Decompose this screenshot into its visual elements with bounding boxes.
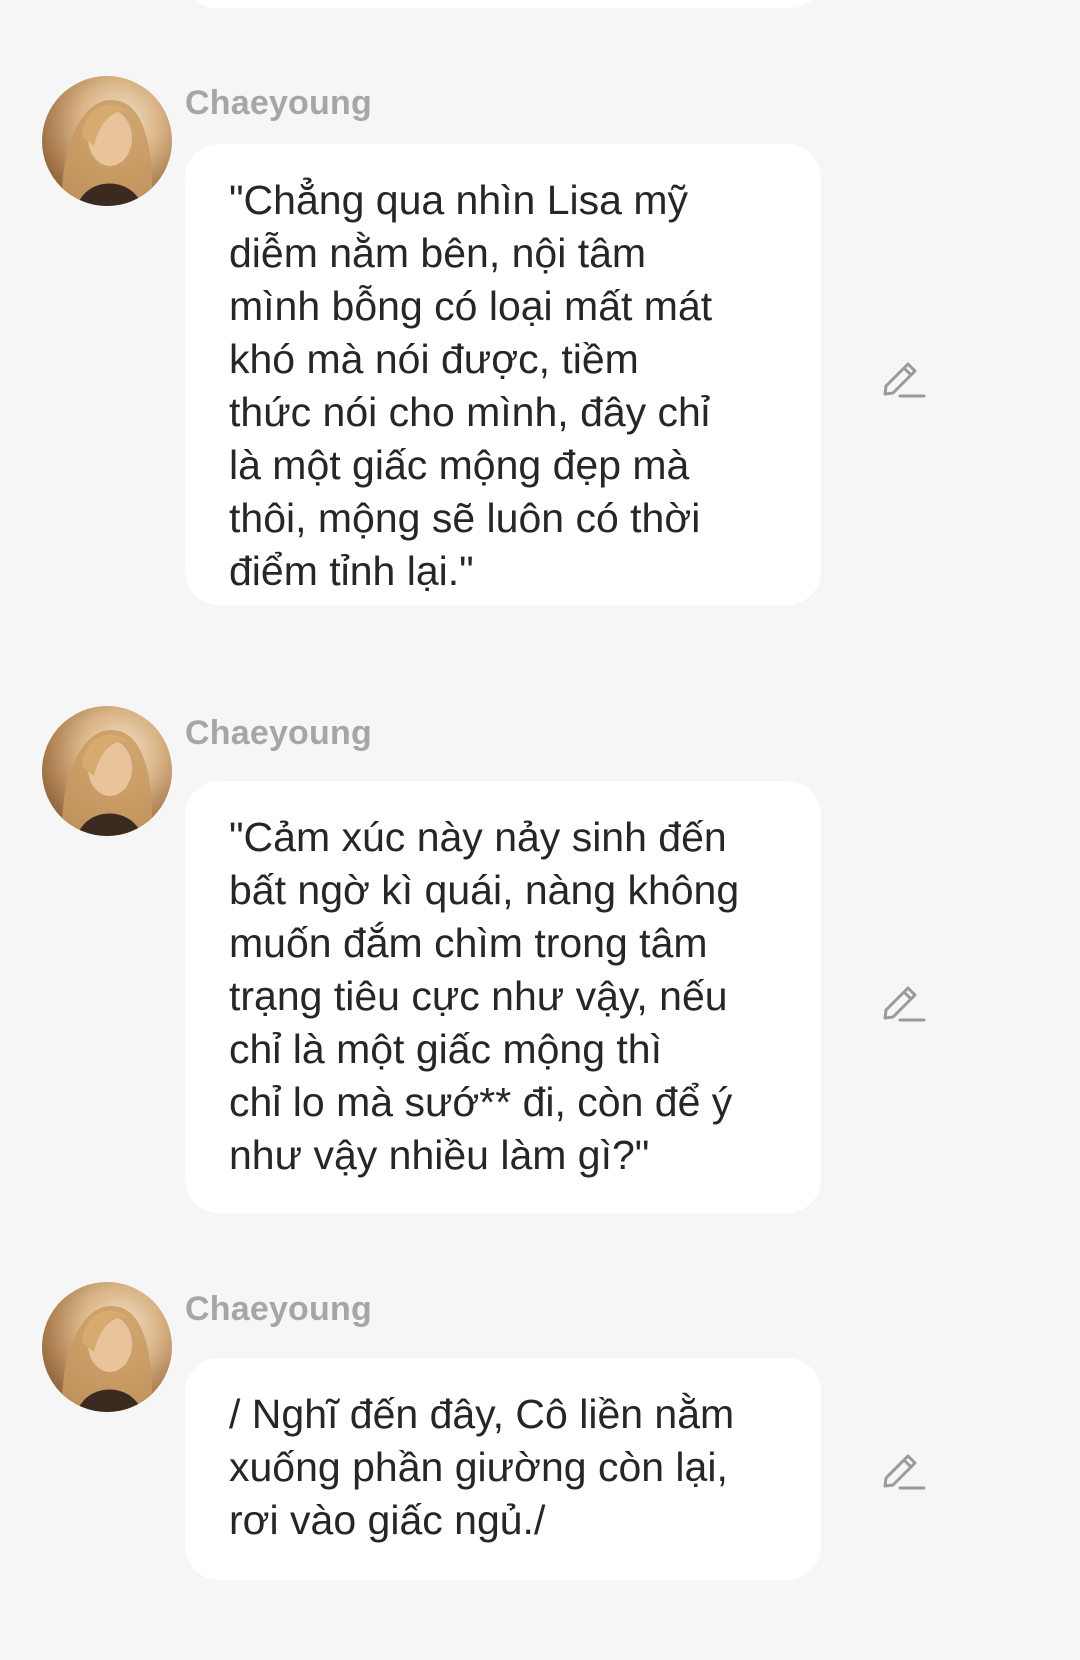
message-bubble[interactable]: / Nghĩ đến đây, Cô liền nằm xuống phần g… <box>185 1358 821 1580</box>
avatar[interactable] <box>42 706 172 836</box>
avatar[interactable] <box>42 76 172 206</box>
edit-message-button[interactable] <box>878 352 928 402</box>
edit-message-button[interactable] <box>878 1444 928 1494</box>
sender-name: Chaeyoung <box>185 84 372 122</box>
chat-screen: Chaeyoung "Chẳng qua nhìn Lisa mỹ diễm n… <box>0 0 1080 1660</box>
pencil-edit-icon <box>883 1454 926 1490</box>
previous-message-bubble <box>185 0 821 8</box>
avatar-photo-icon <box>61 1305 153 1412</box>
message-bubble[interactable]: "Cảm xúc này nảy sinh đến bất ngờ kì quá… <box>185 781 821 1213</box>
edit-message-button[interactable] <box>878 976 928 1026</box>
pencil-edit-icon <box>883 362 926 398</box>
message-text: "Chẳng qua nhìn Lisa mỹ diễm nằm bên, nộ… <box>229 177 713 594</box>
message-bubble[interactable]: "Chẳng qua nhìn Lisa mỹ diễm nằm bên, nộ… <box>185 144 821 605</box>
avatar-photo-icon <box>61 729 153 836</box>
sender-name: Chaeyoung <box>185 714 372 752</box>
pencil-edit-icon <box>883 986 926 1022</box>
sender-name: Chaeyoung <box>185 1290 372 1328</box>
avatar[interactable] <box>42 1282 172 1412</box>
message-text: "Cảm xúc này nảy sinh đến bất ngờ kì quá… <box>229 814 740 1178</box>
avatar-photo-icon <box>61 99 153 206</box>
message-text: / Nghĩ đến đây, Cô liền nằm xuống phần g… <box>229 1391 735 1543</box>
